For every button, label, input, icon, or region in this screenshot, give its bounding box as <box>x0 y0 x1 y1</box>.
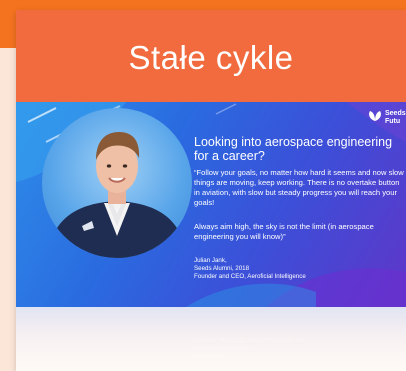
left-side-strip <box>0 48 16 371</box>
seeds-logo: Seeds Futu <box>368 110 406 126</box>
person-portrait-icon <box>47 132 187 258</box>
card-header: Stałe cykle <box>16 10 406 102</box>
logo-text-line1: Seeds <box>385 110 406 117</box>
reflection-name: Julian Jank, <box>194 352 227 359</box>
banner-quote: “Follow your goals, no matter how hard i… <box>194 168 404 207</box>
reflection-position: Founder and CEO, Aeroficial Intelligence <box>194 336 306 343</box>
alumni-signature: Julian Jank, Seeds Alumni, 2018 Founder … <box>194 257 404 281</box>
alumni-position: Founder and CEO, Aeroficial Intelligence <box>194 273 306 280</box>
alumni-name: Julian Jank, <box>194 257 227 264</box>
alumni-portrait <box>42 108 192 258</box>
banner-quote-closing: Always aim high, the sky is not the limi… <box>194 222 374 241</box>
alumni-role: Seeds Alumni, 2018 <box>194 265 250 272</box>
card-title: Stałe cykle <box>128 39 294 76</box>
banner-reflection: Julian Jank, Seeds Alumni, 2018 Founder … <box>16 307 406 371</box>
reflection-role: Seeds Alumni, 2018 <box>194 344 250 351</box>
seeds-leaf-icon <box>369 111 381 121</box>
logo-text-line2: Futu <box>385 118 401 125</box>
banner-headline: Looking into aerospace engineering for a… <box>194 135 393 163</box>
